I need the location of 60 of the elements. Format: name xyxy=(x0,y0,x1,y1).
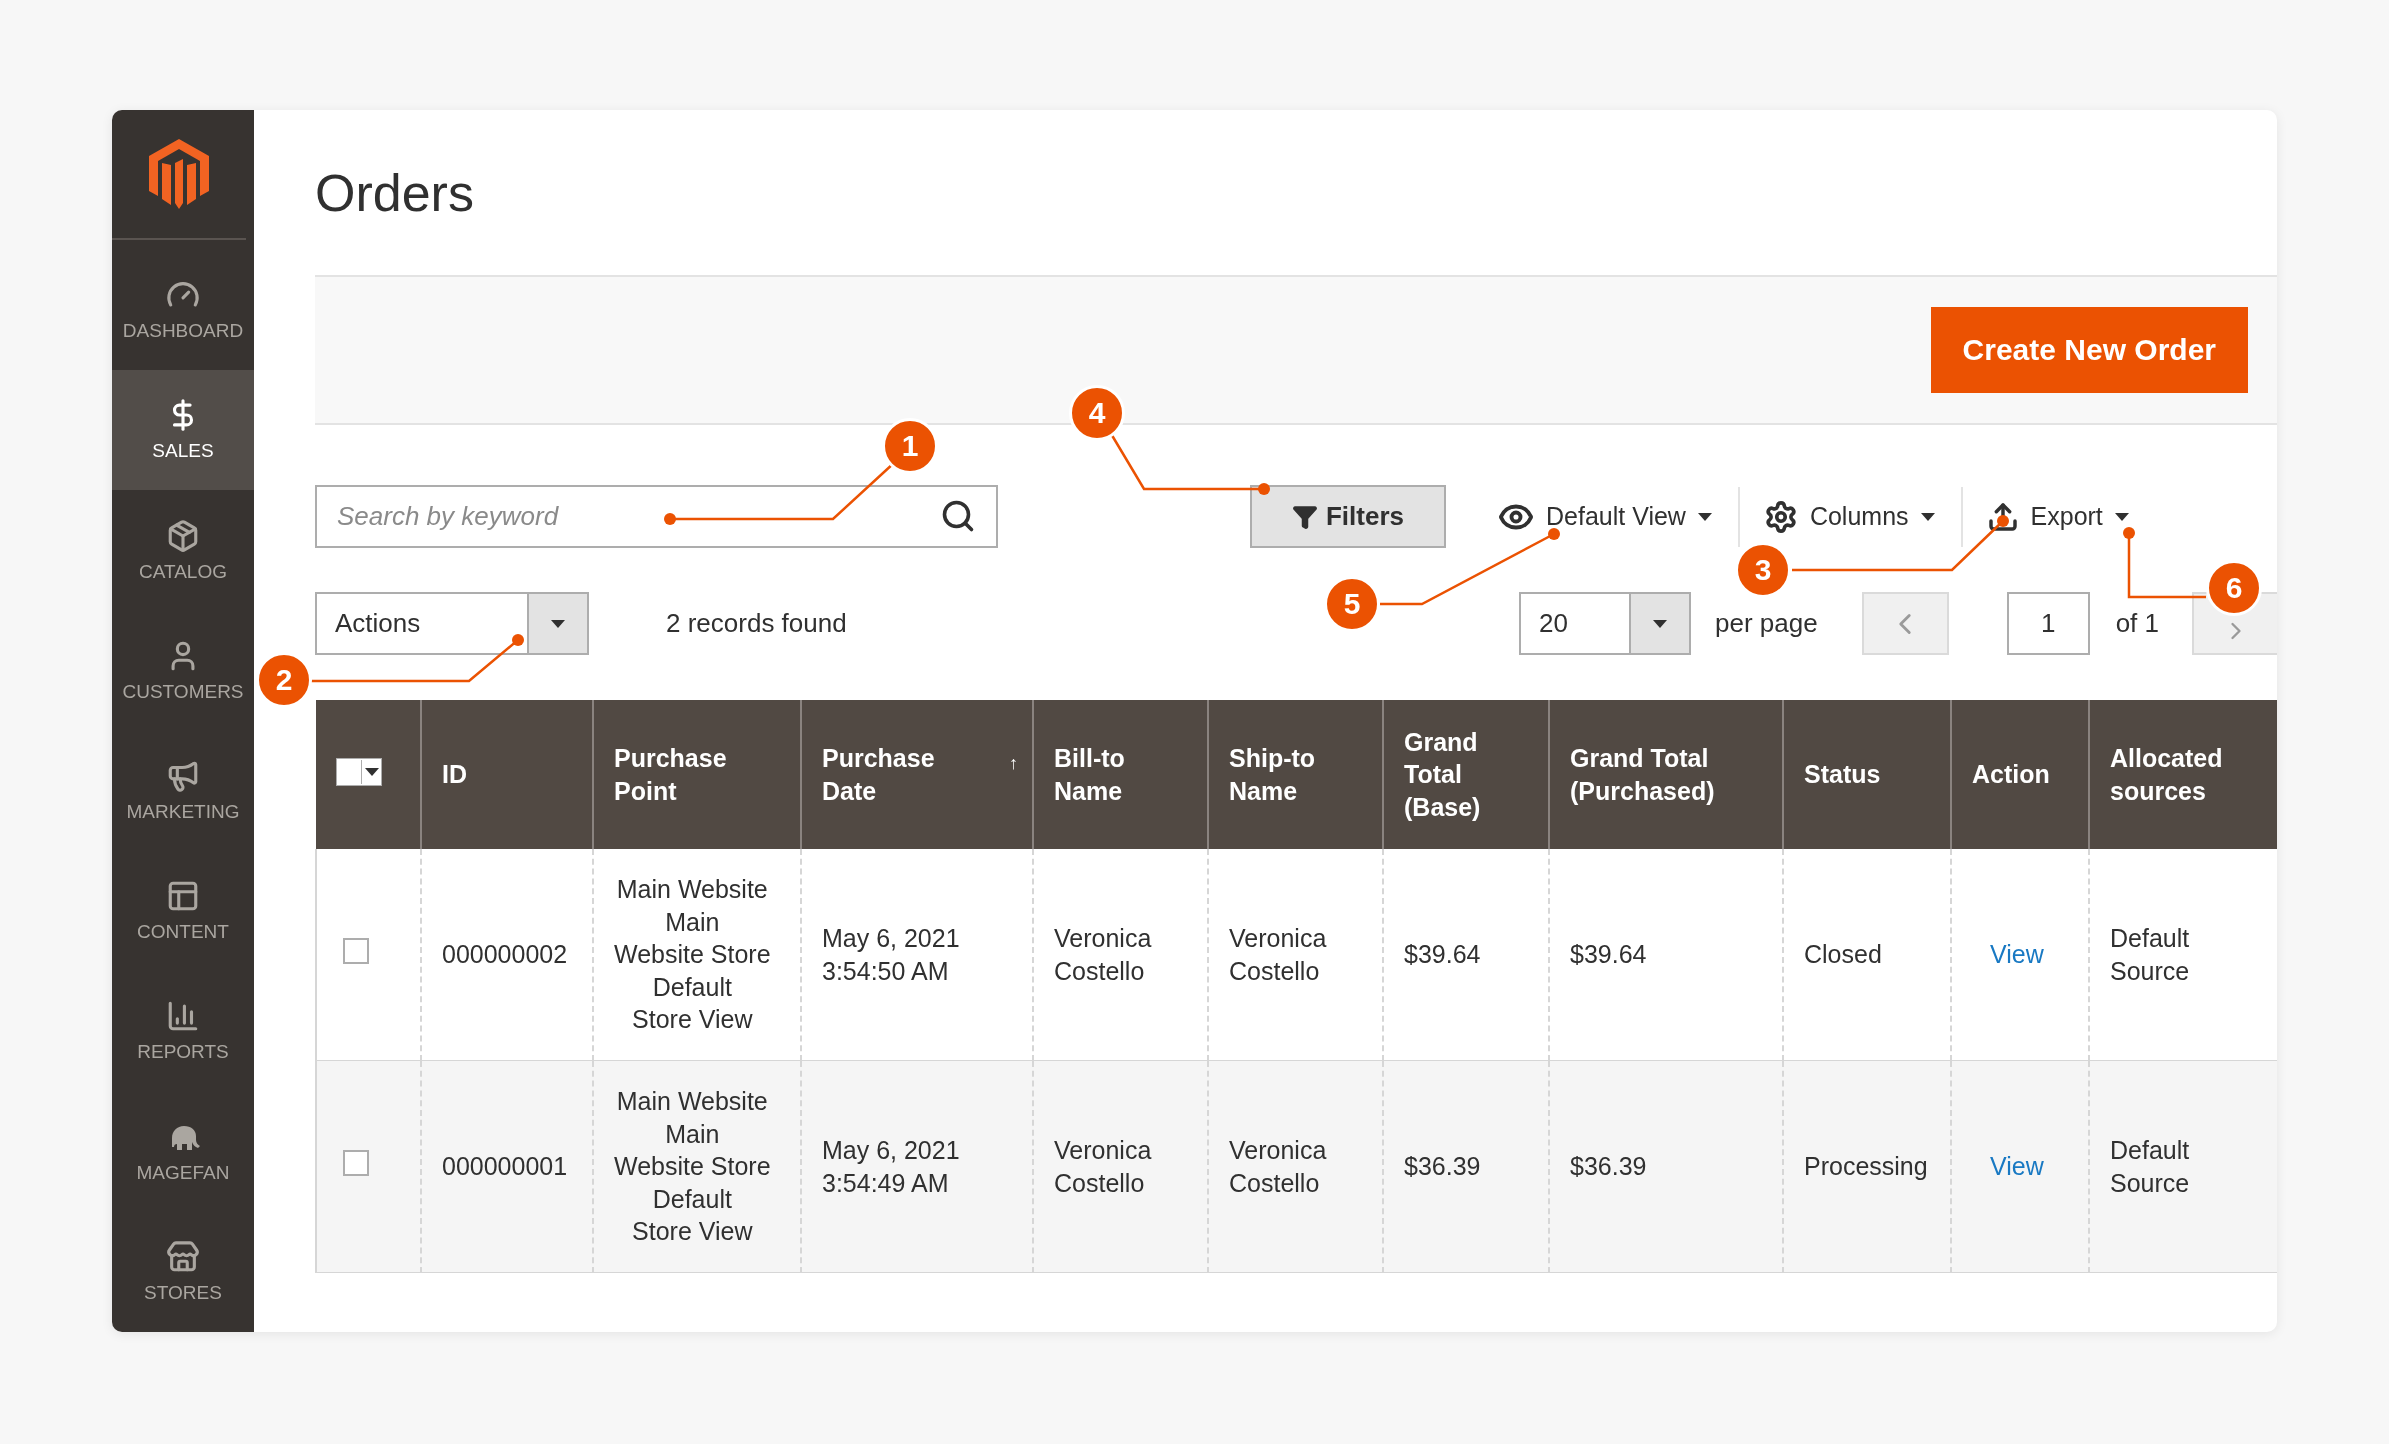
caret-icon xyxy=(1920,512,1935,521)
caret-icon xyxy=(551,619,565,628)
table-cell: Veronica Costello xyxy=(1229,924,1327,985)
page-number-field[interactable]: 1 xyxy=(2006,592,2090,655)
logo-icon xyxy=(149,139,209,210)
column-header[interactable]: Action xyxy=(1972,758,2068,791)
sidebar-item[interactable]: MARKETING xyxy=(112,730,254,852)
caret-icon xyxy=(2114,512,2129,521)
table-cell: Veronica Costello xyxy=(1054,924,1152,985)
page-size-select[interactable]: 20 xyxy=(1518,592,1691,655)
sidebar-item[interactable]: SALES xyxy=(112,370,254,491)
sidebar-item[interactable]: DASHBOARD xyxy=(112,249,254,371)
caret-icon xyxy=(1697,512,1712,521)
page-title: Orders xyxy=(315,162,475,224)
table-cell: Processing xyxy=(1804,1152,1928,1181)
table-cell: May 6, 2021 3:54:50 AM xyxy=(822,924,960,985)
columns-dropdown[interactable]: Columns xyxy=(1763,491,1935,542)
column-header[interactable]: Status xyxy=(1804,758,1930,791)
per-page-label: per page xyxy=(1714,608,1818,639)
sidebar-item[interactable]: CUSTOMERS xyxy=(112,610,254,731)
table-cell: $36.39 xyxy=(1570,1152,1647,1181)
filters-button[interactable]: Filters xyxy=(1250,485,1446,548)
sidebar-item[interactable]: STORES xyxy=(112,1211,254,1332)
column-header[interactable]: Purchase Date xyxy=(822,742,992,807)
caret-icon xyxy=(1652,619,1667,628)
table-cell: Veronica Costello xyxy=(1229,1136,1327,1197)
table-cell-text: Main Website Main Website Store Default Store View xyxy=(614,1086,771,1248)
table-cell: $39.64 xyxy=(1570,940,1647,969)
table-cell: Veronica Costello xyxy=(1054,1136,1152,1197)
view-link[interactable]: View xyxy=(1990,938,2044,971)
search-icon[interactable] xyxy=(940,498,976,534)
table-cell-text: Main Website Main Website Store Default Store View xyxy=(614,874,771,1036)
caret-icon xyxy=(364,767,379,776)
view-link[interactable]: View xyxy=(1990,1150,2044,1183)
table-cell: $36.39 xyxy=(1404,1152,1481,1181)
box-icon xyxy=(166,518,200,553)
table-cell: Default Source xyxy=(2110,1136,2190,1197)
storefront-icon xyxy=(166,1239,200,1274)
table-cell: May 6, 2021 3:54:49 AM xyxy=(822,1136,960,1197)
table-cell: Default Source xyxy=(2110,924,2190,985)
records-count: 2 records found xyxy=(666,608,847,639)
funnel-icon xyxy=(1292,503,1318,530)
sort-indicator: ↑ xyxy=(1009,752,1018,775)
actions-select[interactable]: Actions xyxy=(315,592,589,655)
table-cell: 000000002 xyxy=(442,940,568,969)
page-total: of 1 xyxy=(2115,608,2159,639)
sidebar-item[interactable]: CONTENT xyxy=(112,851,254,972)
sidebar-item[interactable]: CATALOG xyxy=(112,490,254,611)
row-checkbox[interactable] xyxy=(343,937,369,964)
table-cell: Closed xyxy=(1804,940,1882,969)
select-all-checkbox[interactable] xyxy=(336,757,382,786)
search-field[interactable]: Search by keyword xyxy=(315,485,998,548)
sidebar-item[interactable]: REPORTS xyxy=(112,971,254,1092)
sidebar-item[interactable]: MAGEFAN xyxy=(112,1091,254,1212)
table-cell: $39.64 xyxy=(1404,940,1481,969)
create-order-button[interactable]: Create New Order xyxy=(1930,307,2248,393)
column-header[interactable]: ID xyxy=(442,758,572,791)
gear-icon xyxy=(1763,499,1798,534)
row-checkbox[interactable] xyxy=(343,1149,369,1176)
table-cell: 000000001 xyxy=(442,1152,568,1181)
